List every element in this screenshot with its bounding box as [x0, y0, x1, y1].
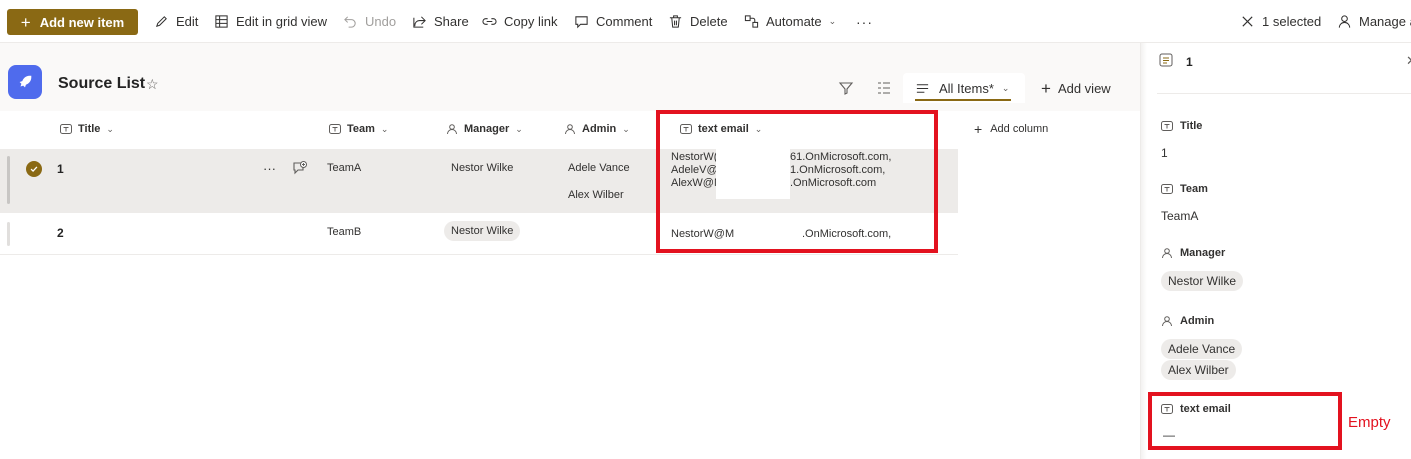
list-item-icon — [1159, 53, 1173, 67]
text-field-icon — [329, 124, 341, 134]
row-more-actions-button[interactable]: ··· — [263, 162, 276, 175]
row-admin[interactable]: Adele Vance — [568, 162, 630, 175]
field-label-admin: Admin — [1161, 315, 1214, 327]
pane-item-id: 1 — [1186, 55, 1193, 69]
chevron-down-icon: ⌄ — [1001, 82, 1010, 93]
row-selection-bar — [7, 156, 10, 204]
add-comment-icon[interactable] — [292, 160, 308, 176]
annotation-empty-label: Empty — [1348, 414, 1391, 431]
chevron-down-icon: ⌄ — [106, 123, 114, 134]
column-header-manager[interactable]: Manager ⌄ — [446, 117, 523, 141]
clear-selection-button[interactable]: 1 selected — [1240, 8, 1321, 35]
pane-header-divider — [1157, 93, 1411, 94]
pane-divider — [1141, 43, 1147, 459]
highlight-box-text-email-column — [656, 110, 938, 253]
link-icon — [482, 18, 497, 25]
highlight-box-text-email-field — [1148, 392, 1342, 450]
add-new-item-button[interactable]: + Add new item — [7, 9, 138, 35]
person-icon — [1162, 316, 1172, 327]
automate-icon — [744, 15, 759, 28]
chevron-down-icon: ⌄ — [828, 16, 837, 26]
list-main-area: Source List ☆ All Items* ⌄ + Add view Ti… — [0, 43, 1140, 459]
text-field-icon — [1161, 121, 1173, 131]
view-options-icon[interactable] — [876, 80, 892, 96]
column-header-admin[interactable]: Admin ⌄ — [564, 117, 630, 141]
chevron-down-icon: ⌄ — [380, 123, 389, 134]
trash-icon — [669, 15, 682, 28]
column-header-title[interactable]: Title ⌄ — [60, 117, 114, 141]
person-icon — [1338, 15, 1351, 28]
row-team: TeamA — [327, 162, 362, 174]
add-view-button[interactable]: + Add view — [1041, 73, 1111, 103]
text-field-icon — [1161, 184, 1173, 194]
active-view-underline — [915, 99, 1011, 101]
delete-button[interactable]: Delete — [668, 8, 728, 35]
row-team: TeamB — [327, 226, 362, 238]
close-icon — [1242, 16, 1253, 27]
undo-icon — [344, 16, 356, 28]
list-header: Source List ☆ All Items* ⌄ + Add view — [0, 43, 1140, 111]
row-selected-check-icon[interactable] — [26, 161, 42, 177]
row-selection-bar — [7, 222, 10, 246]
close-pane-icon[interactable]: ✕ — [1406, 53, 1411, 69]
field-value-admin-pill[interactable]: Alex Wilber — [1161, 360, 1236, 380]
text-field-icon — [60, 124, 72, 134]
field-value-manager-pill[interactable]: Nestor Wilke — [1161, 271, 1244, 291]
plus-icon: + — [1041, 78, 1051, 98]
add-column-button[interactable]: + Add column — [974, 117, 1048, 141]
list-view-icon — [916, 83, 929, 93]
field-value-title[interactable]: 1 — [1161, 146, 1168, 160]
row-manager-pill[interactable]: Nestor Wilke — [444, 221, 521, 241]
automate-menu-button[interactable]: Automate ⌄ — [744, 8, 836, 35]
row-manager[interactable]: Nestor Wilke — [451, 162, 513, 175]
column-header-team[interactable]: Team ⌄ — [329, 117, 388, 141]
plus-icon: + — [974, 121, 983, 137]
field-value-admin-pill[interactable]: Adele Vance — [1161, 339, 1243, 359]
list-rocket-icon — [8, 65, 42, 99]
row-admin[interactable]: Alex Wilber — [568, 189, 624, 202]
row-title[interactable]: 2 — [57, 227, 64, 240]
more-commands-button[interactable]: ··· — [856, 8, 873, 35]
chevron-down-icon: ⌄ — [622, 123, 630, 134]
edit-in-grid-view-button[interactable]: Edit in grid view — [214, 8, 327, 35]
person-icon — [565, 124, 575, 135]
command-bar: + Add new item Edit Edit in grid view Un… — [0, 0, 1411, 43]
field-label-team: Team — [1161, 183, 1208, 195]
person-icon — [447, 124, 457, 135]
plus-icon: + — [20, 12, 31, 32]
comment-icon — [575, 16, 588, 29]
list-title: Source List — [58, 75, 146, 92]
undo-button[interactable]: Undo — [343, 8, 396, 35]
share-button[interactable]: Share — [412, 8, 469, 35]
filter-icon[interactable] — [838, 80, 854, 96]
copy-link-button[interactable]: Copy link — [482, 8, 557, 35]
field-label-title: Title — [1161, 120, 1202, 132]
field-value-team[interactable]: TeamA — [1161, 209, 1198, 223]
favorite-star-icon[interactable]: ☆ — [146, 76, 159, 93]
item-details-pane: 1 ✕ Title 1 Team TeamA Manager Nestor Wi… — [1140, 43, 1411, 459]
grid-icon — [215, 15, 228, 28]
person-icon — [1162, 248, 1172, 259]
comment-button[interactable]: Comment — [574, 8, 652, 35]
chevron-down-icon: ⌄ — [515, 123, 523, 134]
row-title[interactable]: 1 — [57, 163, 64, 176]
pencil-icon — [155, 16, 167, 28]
share-icon — [413, 16, 426, 28]
edit-button[interactable]: Edit — [154, 8, 198, 35]
field-label-manager: Manager — [1161, 247, 1225, 259]
view-tab-all-items[interactable]: All Items* ⌄ — [903, 73, 1025, 103]
manage-access-button[interactable]: Manage a — [1337, 8, 1411, 35]
